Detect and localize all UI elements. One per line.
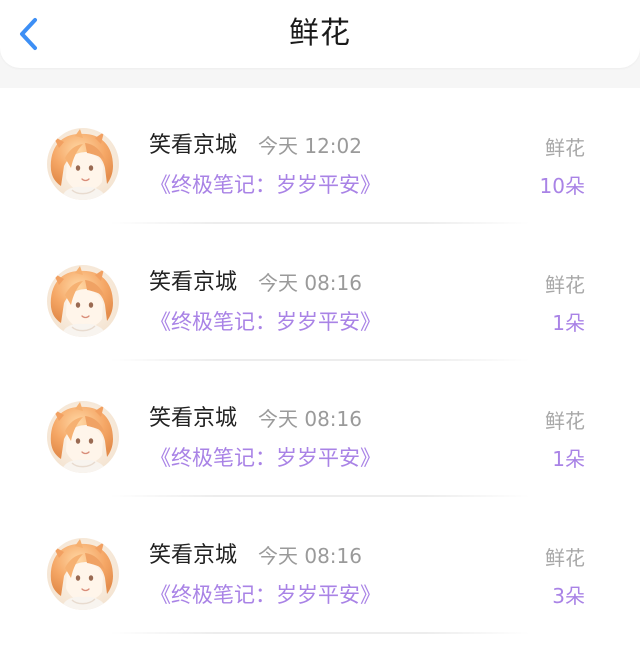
list-item[interactable]: 笑看京城 今天 08:16 《终极笔记：岁岁平安》 鲜花 3朵 bbox=[0, 498, 640, 634]
divider bbox=[110, 632, 530, 634]
list-item[interactable]: 笑看京城 今天 08:16 《终极笔记：岁岁平安》 鲜花 1朵 bbox=[0, 361, 640, 497]
book-title-link[interactable]: 《终极笔记：岁岁平安》 bbox=[150, 580, 381, 610]
avatar[interactable] bbox=[47, 128, 119, 200]
timestamp: 今天 08:16 bbox=[258, 407, 362, 431]
gift-count: 10朵 bbox=[539, 174, 585, 198]
avatar[interactable] bbox=[47, 265, 119, 337]
divider bbox=[110, 495, 530, 497]
page-title: 鲜花 bbox=[289, 16, 351, 51]
gift-type-label: 鲜花 bbox=[545, 409, 585, 433]
gift-type-label: 鲜花 bbox=[545, 136, 585, 160]
book-title-link[interactable]: 《终极笔记：岁岁平安》 bbox=[150, 307, 381, 337]
sender-name[interactable]: 笑看京城 bbox=[149, 268, 237, 298]
timestamp: 今天 08:16 bbox=[258, 544, 362, 568]
sender-name[interactable]: 笑看京城 bbox=[149, 404, 237, 434]
sender-name[interactable]: 笑看京城 bbox=[149, 541, 237, 571]
timestamp: 今天 08:16 bbox=[258, 271, 362, 295]
gift-count: 1朵 bbox=[552, 311, 585, 335]
book-title-link[interactable]: 《终极笔记：岁岁平安》 bbox=[150, 443, 381, 473]
gift-count: 3朵 bbox=[552, 584, 585, 608]
avatar[interactable] bbox=[47, 401, 119, 473]
timestamp: 今天 12:02 bbox=[258, 134, 362, 158]
book-title-link[interactable]: 《终极笔记：岁岁平安》 bbox=[150, 170, 381, 200]
list-item[interactable]: 笑看京城 今天 12:02 《终极笔记：岁岁平安》 鲜花 10朵 bbox=[0, 88, 640, 224]
divider bbox=[110, 222, 530, 224]
navigation-header: 鲜花 bbox=[0, 0, 640, 68]
list-item[interactable]: 笑看京城 今天 08:16 《终极笔记：岁岁平安》 鲜花 1朵 bbox=[0, 225, 640, 361]
flower-record-list: 笑看京城 今天 12:02 《终极笔记：岁岁平安》 鲜花 10朵 笑看京城 今天… bbox=[0, 88, 640, 650]
gift-type-label: 鲜花 bbox=[545, 273, 585, 297]
gift-count: 1朵 bbox=[552, 447, 585, 471]
avatar[interactable] bbox=[47, 538, 119, 610]
gift-type-label: 鲜花 bbox=[545, 546, 585, 570]
sender-name[interactable]: 笑看京城 bbox=[149, 131, 237, 161]
